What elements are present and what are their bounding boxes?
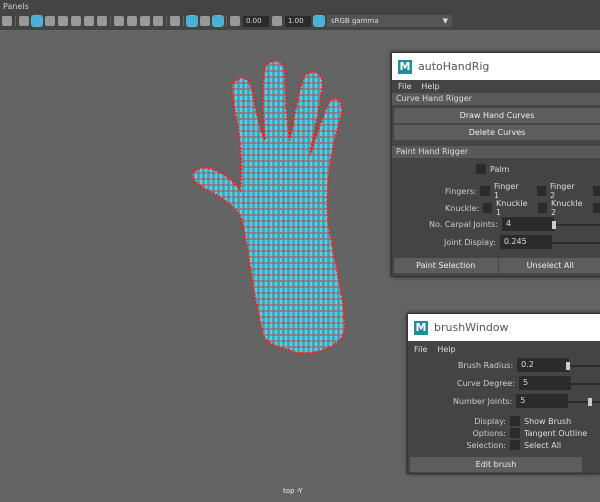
- texture-icon[interactable]: [58, 16, 68, 26]
- number-joints-input[interactable]: 5: [516, 394, 568, 408]
- fingers-label: Fingers:: [445, 187, 476, 196]
- finger2-label: Finger 2: [550, 182, 581, 200]
- number-joints-slider[interactable]: [566, 401, 600, 403]
- color-space-dropdown[interactable]: sRGB gamma ▼: [327, 15, 452, 27]
- depth-icon[interactable]: [153, 16, 163, 26]
- exposure-input[interactable]: 0.00: [243, 16, 269, 27]
- options-label: Options:: [472, 429, 506, 438]
- shadow-icon[interactable]: [97, 16, 107, 26]
- finger1-label: Finger 1: [494, 182, 525, 200]
- menu-help[interactable]: Help: [437, 345, 455, 354]
- separator: [183, 16, 184, 26]
- joint-display-input[interactable]: 0.245: [500, 235, 552, 249]
- palm-checkbox[interactable]: [476, 164, 486, 174]
- antialias-icon[interactable]: [140, 16, 150, 26]
- knuckle-label: Knuckle:: [445, 204, 479, 213]
- paint-section-header[interactable]: Paint Hand Rigger: [392, 146, 600, 158]
- knuckle1-label: Knuckle 1: [496, 199, 530, 217]
- title-bar[interactable]: MbrushWindow: [408, 314, 600, 341]
- smooth-shade-icon[interactable]: [32, 16, 42, 26]
- ambient-occlusion-icon[interactable]: [114, 16, 124, 26]
- slider-thumb[interactable]: [552, 221, 556, 229]
- select-icon[interactable]: [170, 16, 180, 26]
- menu-file[interactable]: File: [414, 345, 427, 354]
- palm-label: Palm: [490, 165, 509, 174]
- carpal-joints-input[interactable]: 4: [502, 217, 554, 231]
- number-joints-label: Number Joints:: [453, 397, 512, 406]
- separator: [15, 16, 16, 26]
- paint-selection-button[interactable]: Paint Selection: [394, 258, 498, 274]
- light-icon[interactable]: [84, 16, 94, 26]
- separator: [226, 16, 227, 26]
- color-space-value: sRGB gamma: [331, 17, 379, 25]
- xray-icon[interactable]: [200, 16, 210, 26]
- knuckle2-label: Knuckle 2: [551, 199, 585, 217]
- autohandrig-window: MautoHandRig FileHelp Curve Hand Rigger …: [391, 52, 600, 277]
- finger3-checkbox[interactable]: [593, 186, 600, 196]
- tangent-outline-checkbox[interactable]: [510, 428, 520, 438]
- text-icon[interactable]: [2, 16, 12, 26]
- panels-menu[interactable]: Panels: [3, 2, 29, 11]
- slider-thumb[interactable]: [588, 398, 592, 406]
- hand-shape: [192, 61, 345, 353]
- menu-bar: File Help: [392, 80, 600, 92]
- draw-hand-curves-button[interactable]: Draw Hand Curves: [394, 108, 600, 124]
- gamma-input[interactable]: 1.00: [285, 16, 311, 27]
- joint-display-label: Joint Display:: [444, 238, 496, 247]
- select-all-label: Select All: [524, 441, 561, 450]
- shade-icon[interactable]: [45, 16, 55, 26]
- maya-logo-icon: M: [398, 60, 412, 74]
- separator: [110, 16, 111, 26]
- wireframe-icon[interactable]: [19, 16, 29, 26]
- isolate-icon[interactable]: [187, 16, 197, 26]
- show-brush-label: Show Brush: [524, 417, 571, 426]
- menu-bar: File Help: [408, 343, 600, 355]
- show-brush-checkbox[interactable]: [510, 416, 520, 426]
- curve-section-header[interactable]: Curve Hand Rigger: [392, 93, 600, 105]
- checker-icon[interactable]: [71, 16, 81, 26]
- carpal-joints-slider[interactable]: [552, 224, 600, 226]
- gamma-icon: [272, 16, 282, 26]
- motion-blur-icon[interactable]: [127, 16, 137, 26]
- brush-radius-input[interactable]: 0.2: [517, 358, 569, 372]
- select-all-checkbox[interactable]: [510, 440, 520, 450]
- camera-label: top -Y: [283, 487, 303, 495]
- knuckle1-checkbox[interactable]: [483, 203, 492, 213]
- selection-label: Selection:: [464, 441, 506, 450]
- title-bar[interactable]: MautoHandRig: [392, 53, 600, 80]
- menu-file[interactable]: File: [398, 82, 411, 91]
- color-management-icon[interactable]: [314, 16, 324, 26]
- tangent-outline-label: Tangent Outline: [524, 429, 587, 438]
- delete-curves-button[interactable]: Delete Curves: [394, 125, 600, 141]
- display-label: Display:: [472, 417, 506, 426]
- unselect-all-button[interactable]: Unselect All: [499, 258, 600, 274]
- window-title: brushWindow: [434, 321, 509, 334]
- brush-radius-label: Brush Radius:: [458, 361, 513, 370]
- knuckle3-checkbox[interactable]: [593, 203, 600, 213]
- chevron-down-icon: ▼: [443, 15, 448, 27]
- carpal-joints-label: No. Carpal Joints:: [429, 220, 498, 229]
- curve-degree-label: Curve Degree:: [457, 379, 515, 388]
- edit-brush-button[interactable]: Edit brush: [410, 457, 582, 473]
- exposure-icon: [230, 16, 240, 26]
- curve-degree-input[interactable]: 5: [519, 376, 571, 390]
- separator: [166, 16, 167, 26]
- knuckle2-checkbox[interactable]: [538, 203, 547, 213]
- window-title: autoHandRig: [418, 60, 489, 73]
- curve-degree-slider[interactable]: [566, 383, 600, 385]
- brush-radius-slider[interactable]: [566, 365, 600, 367]
- finger1-checkbox[interactable]: [480, 186, 489, 196]
- finger2-checkbox[interactable]: [537, 186, 546, 196]
- maya-logo-icon: M: [414, 321, 428, 335]
- menu-help[interactable]: Help: [421, 82, 439, 91]
- brushwindow-window: MbrushWindow File Help Brush Radius: 0.2 C…: [407, 313, 600, 474]
- xray-joints-icon[interactable]: [213, 16, 223, 26]
- joint-display-slider[interactable]: [552, 242, 600, 244]
- viewport-toolbar: 0.00 1.00 sRGB gamma ▼: [2, 14, 452, 28]
- top-toolbar: Panels 0.00 1.00 sRGB gamma ▼: [0, 0, 600, 30]
- slider-thumb[interactable]: [566, 362, 570, 370]
